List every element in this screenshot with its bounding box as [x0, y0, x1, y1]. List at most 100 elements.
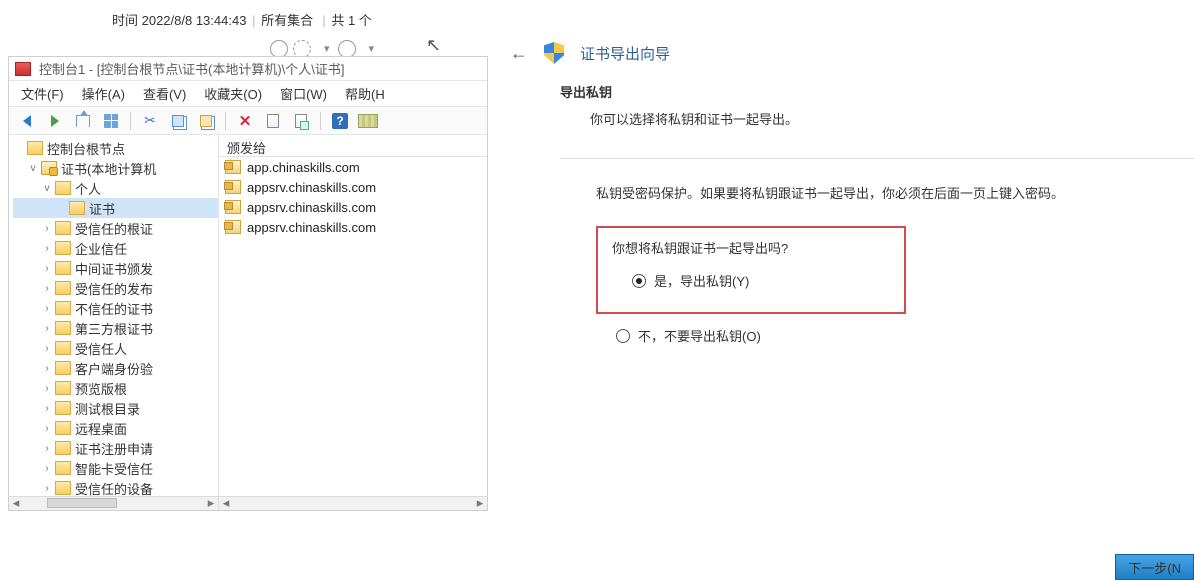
tree-node[interactable]: ›受信任的发布 — [13, 278, 218, 298]
tree-node[interactable]: ›证书注册申请 — [13, 438, 218, 458]
list-h-scrollbar[interactable]: ◂▸ — [219, 497, 487, 510]
folder-icon — [55, 361, 71, 375]
radio-export-no-label: 不，不要导出私钥(O) — [638, 326, 761, 345]
tree-node[interactable]: ›客户端身份验 — [13, 358, 218, 378]
mmc-toolbar: ✂ ✕ ? — [9, 107, 487, 135]
paste-button[interactable] — [194, 110, 218, 132]
help-icon: ? — [332, 113, 348, 129]
folder-icon — [55, 241, 71, 255]
folder-icon — [55, 261, 71, 275]
mmc-title: 控制台1 - [控制台根节点\证书(本地计算机)\个人\证书] — [39, 59, 345, 78]
folder-icon — [55, 421, 71, 435]
tree-h-scrollbar[interactable]: ◂▸ — [9, 497, 219, 510]
back-button[interactable] — [15, 110, 39, 132]
folder-icon — [55, 441, 71, 455]
x-icon: ✕ — [239, 112, 252, 130]
mmc-app-icon — [15, 62, 31, 76]
cert-icon — [225, 200, 241, 214]
page-icon — [267, 114, 279, 128]
tree-node[interactable]: ›第三方根证书 — [13, 318, 218, 338]
cert-icon — [225, 220, 241, 234]
help-button[interactable]: ? — [328, 110, 352, 132]
radio-export-yes-label: 是，导出私钥(Y) — [654, 271, 749, 290]
wizard-title: 证书导出向导 — [580, 43, 670, 64]
cursor-icon: ↖ — [426, 35, 441, 56]
tree-node[interactable]: ›测试根目录 — [13, 398, 218, 418]
folder-icon — [55, 461, 71, 475]
wizard-section-title: 导出私钥 — [560, 82, 1194, 101]
tree-node[interactable]: ›中间证书颁发 — [13, 258, 218, 278]
highlighted-option-box: 你想将私钥跟证书一起导出吗? 是，导出私钥(Y) — [596, 226, 906, 314]
radio-export-yes[interactable]: 是，导出私钥(Y) — [632, 271, 890, 290]
folder-icon — [27, 141, 43, 155]
folder-icon — [55, 281, 71, 295]
radio-export-no-input[interactable] — [616, 329, 630, 343]
forward-button[interactable] — [43, 110, 67, 132]
tree-root[interactable]: ▸控制台根节点 — [13, 138, 218, 158]
folder-icon — [55, 341, 71, 355]
collection-label: 所有集合 — [261, 13, 313, 28]
count-label: 共 1 个 — [331, 13, 371, 28]
folder-icon — [55, 301, 71, 315]
menu-file[interactable]: 文件(F) — [21, 84, 64, 103]
folder-icon — [55, 381, 71, 395]
properties-button[interactable] — [261, 110, 285, 132]
copy-button[interactable] — [166, 110, 190, 132]
tree-pane[interactable]: ▸控制台根节点 v证书(本地计算机 v个人 ▸证书 ›受信任的根证›企业信任›中… — [9, 135, 219, 496]
menu-window[interactable]: 窗口(W) — [280, 84, 327, 103]
radio-export-yes-input[interactable] — [632, 274, 646, 288]
record-button[interactable] — [356, 110, 380, 132]
scissors-icon: ✂ — [144, 112, 156, 129]
mmc-scrollbars: ◂▸ ◂▸ — [9, 496, 487, 510]
mmc-menu-bar: 文件(F) 操作(A) 查看(V) 收藏夹(O) 窗口(W) 帮助(H — [9, 81, 487, 107]
cert-icon — [225, 180, 241, 194]
radio-export-no[interactable]: 不，不要导出私钥(O) — [616, 326, 1194, 345]
paste-icon — [200, 115, 212, 127]
folder-icon — [69, 201, 85, 215]
tree-node[interactable]: ›企业信任 — [13, 238, 218, 258]
menu-favorites[interactable]: 收藏夹(O) — [204, 84, 262, 103]
cut-button[interactable]: ✂ — [138, 110, 162, 132]
next-button[interactable]: 下一步(N — [1115, 554, 1194, 580]
cert-row[interactable]: app.chinaskills.com — [219, 157, 487, 177]
arrow-right-icon — [51, 115, 59, 127]
cert-row[interactable]: appsrv.chinaskills.com — [219, 197, 487, 217]
timestamp: 时间 2022/8/8 13:44:43 — [112, 13, 246, 28]
delete-button[interactable]: ✕ — [233, 110, 257, 132]
wizard-note: 私钥受密码保护。如果要将私钥跟证书一起导出，你必须在后面一页上键入密码。 — [596, 183, 1194, 202]
folder-icon — [55, 401, 71, 415]
arrow-left-icon — [23, 115, 31, 127]
folder-icon — [55, 481, 71, 495]
tree-certificates[interactable]: ▸证书 — [13, 198, 218, 218]
tree-node[interactable]: ›受信任的根证 — [13, 218, 218, 238]
tree-node[interactable]: ›智能卡受信任 — [13, 458, 218, 478]
menu-action[interactable]: 操作(A) — [82, 84, 125, 103]
column-header-issued-to[interactable]: 颁发给 — [219, 135, 487, 157]
mmc-titlebar[interactable]: 控制台1 - [控制台根节点\证书(本地计算机)\个人\证书] — [9, 57, 487, 81]
menu-help[interactable]: 帮助(H — [345, 84, 385, 103]
tree-personal[interactable]: v个人 — [13, 178, 218, 198]
up-button[interactable] — [71, 110, 95, 132]
tree-node[interactable]: ›不信任的证书 — [13, 298, 218, 318]
show-hide-button[interactable] — [99, 110, 123, 132]
film-icon — [358, 114, 378, 128]
folder-icon — [55, 221, 71, 235]
tree-cert-local[interactable]: v证书(本地计算机 — [13, 158, 218, 178]
cert-row[interactable]: appsrv.chinaskills.com — [219, 177, 487, 197]
tree-node[interactable]: ›远程桌面 — [13, 418, 218, 438]
list-pane[interactable]: 颁发给 app.chinaskills.comappsrv.chinaskill… — [219, 135, 487, 496]
wizard-section-sub: 你可以选择将私钥和证书一起导出。 — [590, 109, 1194, 128]
wizard-question: 你想将私钥跟证书一起导出吗? — [612, 238, 890, 257]
page-export-icon — [295, 114, 307, 128]
tree-node[interactable]: ›受信任的设备 — [13, 478, 218, 496]
menu-view[interactable]: 查看(V) — [143, 84, 186, 103]
cert-row[interactable]: appsrv.chinaskills.com — [219, 217, 487, 237]
wizard-back-button[interactable]: ← — [510, 43, 528, 64]
info-bar: 时间 2022/8/8 13:44:43 | 所有集合 | 共 1 个 — [112, 10, 372, 29]
grid-icon — [104, 114, 118, 128]
shield-icon — [544, 42, 564, 64]
tree-node[interactable]: ›受信任人 — [13, 338, 218, 358]
tree-node[interactable]: ›预览版根 — [13, 378, 218, 398]
cert-store-icon — [41, 161, 57, 175]
export-button[interactable] — [289, 110, 313, 132]
